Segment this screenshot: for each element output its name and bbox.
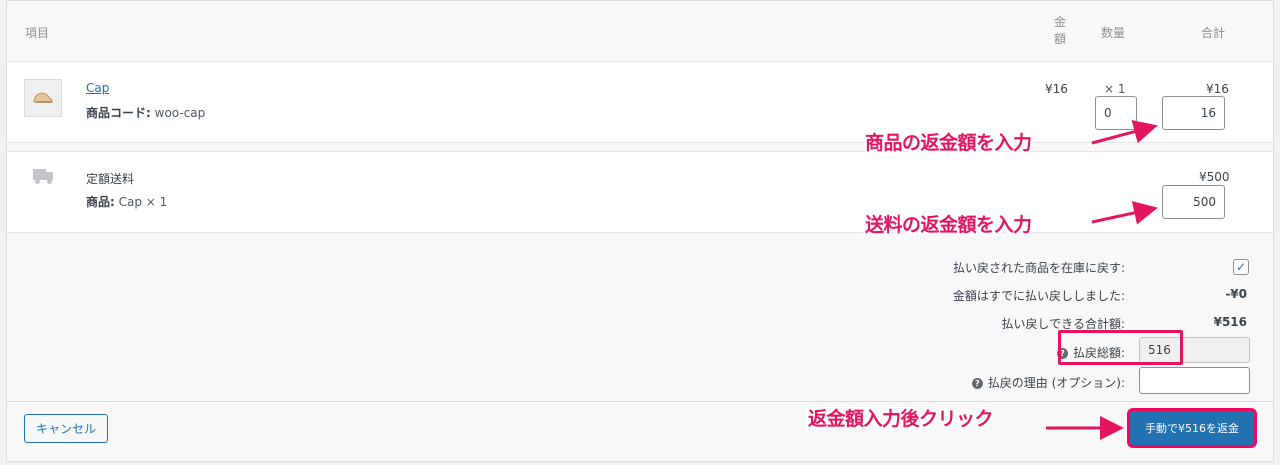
truck-icon (33, 169, 55, 184)
refund-reason-label: ? 払戻の理由 (オプション): (971, 374, 1125, 391)
column-qty: 数量 (1101, 26, 1126, 40)
product-sku: 商品コード: woo-cap (86, 104, 205, 121)
refund-line-total-input[interactable]: 16 (1162, 96, 1225, 130)
available-value: ¥516 (1213, 315, 1247, 329)
annotation-click-after: 返金額入力後クリック (808, 408, 994, 430)
refund-qty-input[interactable]: 0 (1095, 96, 1137, 130)
column-item: 項目 (25, 26, 50, 40)
column-price: 金額 (1053, 15, 1066, 46)
refund-reason-label-text: 払戻の理由 (オプション): (987, 376, 1125, 390)
annotation-item-refund: 商品の返金額を入力 (865, 132, 1032, 154)
shipping-name: 定額送料 (86, 172, 135, 186)
shipping-items: 商品: Cap × 1 (86, 193, 167, 210)
footer-divider (7, 401, 1273, 402)
line-item-row: Cap 商品コード: woo-cap ¥16 × 1 ¥16 0 16 (7, 61, 1273, 143)
restock-checkbox[interactable]: ✓ (1233, 259, 1249, 275)
shipping-row: 定額送料 商品: Cap × 1 ¥500 500 (7, 151, 1273, 233)
item-price: ¥16 (1045, 82, 1068, 96)
already-refunded-label: 金額はすでに払い戻ししました: (952, 289, 1125, 303)
help-icon[interactable]: ? (971, 378, 983, 389)
item-qty: × 1 (1104, 82, 1126, 96)
restock-label: 払い戻された商品を在庫に戻す: (952, 261, 1125, 275)
sku-label: 商品コード: (86, 106, 151, 120)
cap-icon (33, 92, 53, 103)
checkmark-icon: ✓ (1235, 260, 1247, 274)
annotation-shipping-refund: 送料の返金額を入力 (865, 214, 1032, 236)
column-total: 合計 (1201, 26, 1226, 40)
items-table-header: 項目 金額 数量 合計 (7, 1, 1273, 61)
item-total: ¥16 (1206, 82, 1229, 96)
refund-shipping-input[interactable]: 500 (1162, 185, 1225, 219)
refund-amount-highlight (1058, 330, 1183, 365)
already-refunded-value: -¥0 (1225, 287, 1247, 301)
shipping-items-value: Cap × 1 (118, 195, 168, 209)
shipping-items-label: 商品: (86, 195, 115, 209)
product-thumbnail[interactable] (24, 79, 62, 117)
refund-manually-button[interactable]: 手動で¥516を返金 (1130, 411, 1254, 445)
refund-reason-input[interactable] (1139, 367, 1250, 394)
sku-value: woo-cap (154, 106, 206, 120)
refund-panel: 項目 金額 数量 合計 Cap 商品コード: woo-cap ¥16 × 1 ¥… (6, 0, 1274, 462)
product-link[interactable]: Cap (86, 81, 109, 95)
shipping-total: ¥500 (1199, 170, 1230, 184)
cancel-button[interactable]: キャンセル (24, 414, 108, 443)
